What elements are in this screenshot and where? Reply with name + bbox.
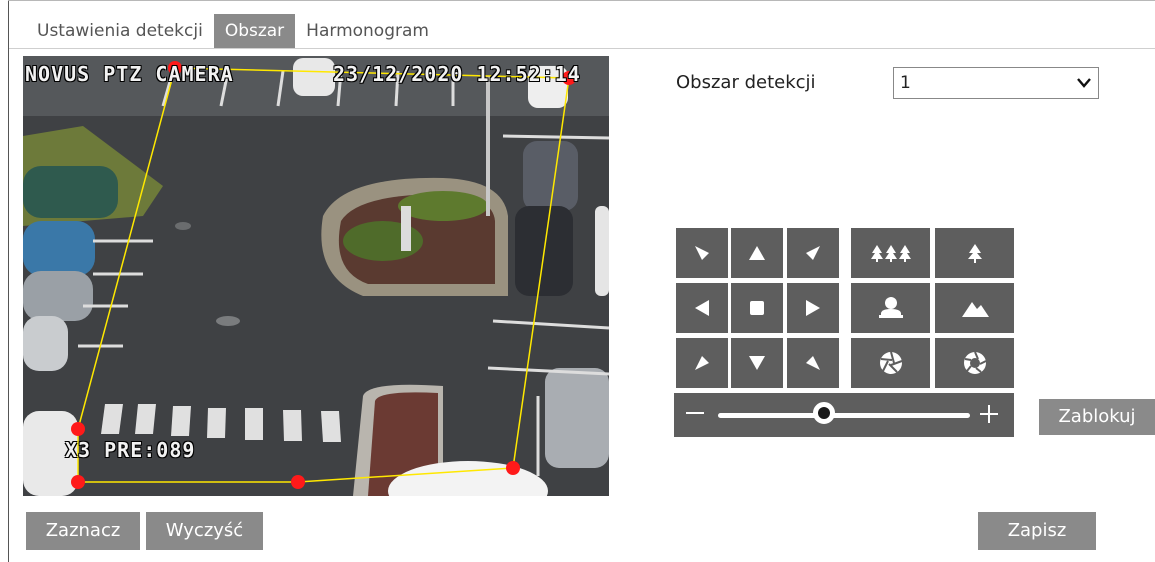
ptz-home-button[interactable] [731,283,783,333]
detection-area-value: 1 [900,73,911,93]
arrow-up-right-icon [806,246,820,260]
zoom-in-button[interactable] [851,283,930,333]
plus-icon-v [988,405,990,423]
save-button[interactable]: Zapisz [978,512,1096,550]
ptz-down-right-button[interactable] [787,338,839,388]
arrow-down-icon [749,356,765,370]
lock-button[interactable]: Zablokuj [1039,399,1155,435]
aperture-closed-icon [879,351,902,374]
iris-close-button[interactable] [851,338,930,388]
camera-view[interactable]: NOVUS PTZ CAMERA 23/12/2020 12:52:14 X3 … [23,56,609,496]
zoom-track[interactable] [718,413,970,418]
osd-preset-status: X3 PRE:089 [65,438,196,462]
zoom-slider-knob[interactable] [812,402,835,424]
arrow-right-icon [806,300,820,316]
trees-icon [870,245,911,262]
ptz-right-button[interactable] [787,283,839,333]
ptz-left-button[interactable] [676,283,728,333]
detection-area-label: Obszar detekcji [676,72,816,93]
frame-top-border [8,0,1155,1]
osd-camera-title: NOVUS PTZ CAMERA [25,62,234,86]
zone-point [291,475,305,489]
ptz-down-left-button[interactable] [676,338,728,388]
person-icon [878,297,903,318]
arrow-down-left-icon [695,356,709,370]
tab-bar: Ustawienia detekcji Obszar Harmonogram [26,14,440,48]
ptz-up-button[interactable] [731,228,783,278]
mark-button[interactable]: Zaznacz [26,512,140,550]
frame-border [8,0,9,562]
focus-near-button[interactable] [935,228,1014,278]
iris-open-button[interactable] [935,338,1014,388]
minus-icon[interactable] [686,412,704,414]
detection-area-select[interactable]: 1 [893,67,1099,99]
arrow-down-right-icon [806,356,820,370]
tab-detection-settings[interactable]: Ustawienia detekcji [26,14,214,48]
zoom-slider[interactable] [674,393,1014,437]
arrow-left-icon [695,300,709,316]
zone-point [506,461,520,475]
ptz-up-left-button[interactable] [676,228,728,278]
clear-button[interactable]: Wyczyść [146,512,263,550]
zone-point [71,475,85,489]
ptz-down-button[interactable] [731,338,783,388]
arrow-up-left-icon [695,246,709,260]
tree-icon [967,244,982,263]
osd-datetime: 23/12/2020 12:52:14 [333,62,581,86]
ptz-up-right-button[interactable] [787,228,839,278]
stop-square-icon [750,301,764,315]
chevron-down-icon [1076,68,1092,109]
aperture-open-icon [963,351,986,374]
mountain-icon [961,302,989,317]
camera-scene [23,56,609,496]
arrow-up-icon [749,246,765,260]
zoom-out-button[interactable] [935,283,1014,333]
tab-schedule[interactable]: Harmonogram [295,14,440,48]
tab-area[interactable]: Obszar [213,14,296,48]
zone-point [71,422,85,436]
focus-far-button[interactable] [851,228,930,278]
tab-divider [9,48,1155,49]
